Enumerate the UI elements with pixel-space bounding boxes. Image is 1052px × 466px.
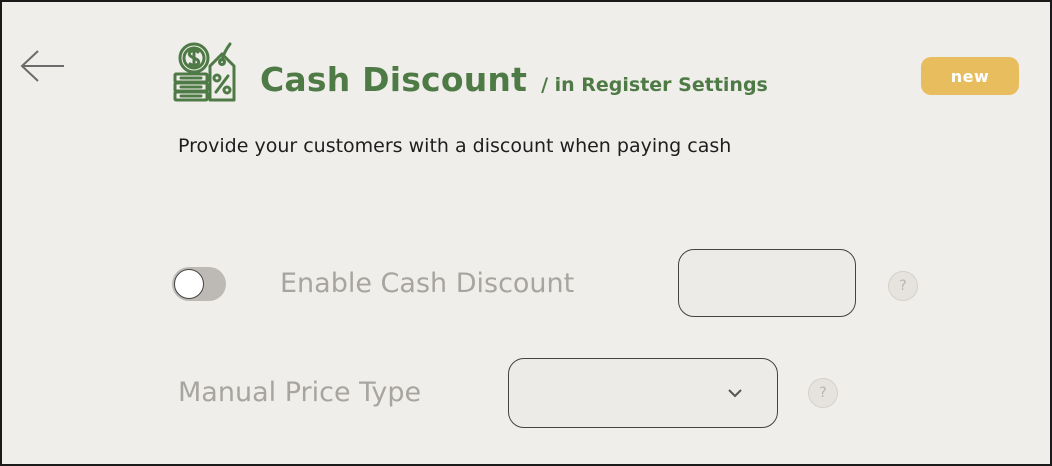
chevron-down-icon <box>728 389 742 398</box>
back-button[interactable] <box>18 48 66 84</box>
help-icon[interactable]: ? <box>888 271 918 301</box>
manual-price-type-label: Manual Price Type <box>178 377 422 408</box>
cash-discount-icon <box>173 42 236 102</box>
help-icon[interactable]: ? <box>808 378 838 408</box>
manual-price-type-select[interactable] <box>508 358 778 428</box>
enable-cash-discount-toggle[interactable] <box>172 267 226 301</box>
page-description: Provide your customers with a discount w… <box>178 135 732 157</box>
arrow-left-icon <box>20 50 64 82</box>
enable-cash-discount-label: Enable Cash Discount <box>280 268 575 299</box>
cash-discount-input[interactable] <box>678 249 856 317</box>
settings-location: / in Register Settings <box>541 74 768 96</box>
toggle-knob <box>174 269 204 299</box>
cash-discount-panel: Cash Discount / in Register Settings new … <box>0 0 1052 466</box>
new-badge: new <box>921 57 1019 95</box>
page-title: Cash Discount / in Register Settings <box>260 60 768 99</box>
title-text: Cash Discount <box>260 60 528 99</box>
